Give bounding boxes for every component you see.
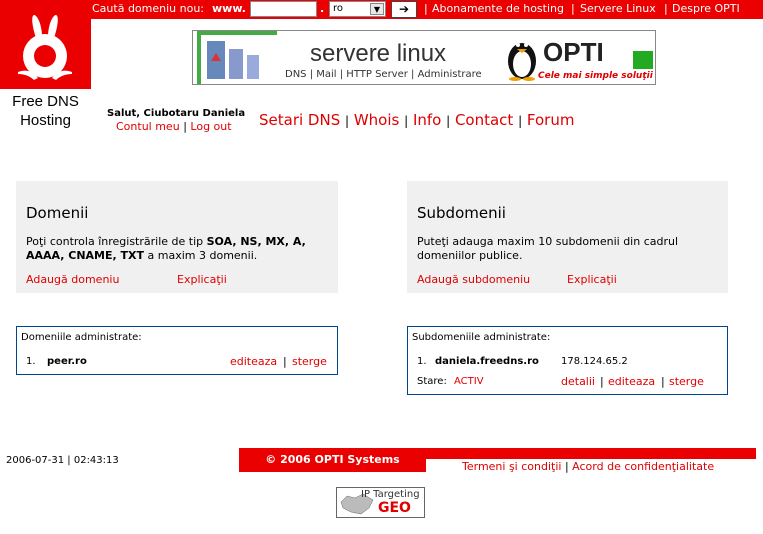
domain-search-label: Caută domeniu nou: [92,2,205,15]
banner-title: servere linux [310,40,447,67]
domains-description: Poţi controla înregistrările de tip SOA,… [26,235,306,263]
footer-separator: | [564,460,569,473]
terms-link[interactable]: Termeni şi condiţii [462,460,561,473]
logo[interactable] [0,0,91,89]
delete-subdomain-link[interactable]: sterge [669,375,704,388]
nav-separator: | [345,114,350,128]
server-datetime: 2006-07-31 | 02:43:13 [6,455,119,466]
www-prefix: www. [212,2,246,15]
domains-panel: Domenii Poţi controla înregistrările de … [16,181,338,293]
link-linux-servers[interactable]: Servere Linux [580,2,656,15]
nav-setari-dns[interactable]: Setari DNS [259,111,340,129]
edit-subdomain-link[interactable]: editeaza [608,375,655,388]
domain-name: peer.ro [47,356,87,367]
chevron-down-icon: ▼ [370,3,384,15]
banner-brand: OPTI [543,37,604,67]
subdomains-title: Subdomenii [417,204,506,222]
delete-domain-link[interactable]: sterge [292,355,327,368]
subdomain-ip: 178.124.65.2 [561,356,628,367]
subdomains-panel: Subdomenii Puteţi adauga maxim 10 subdom… [407,181,728,293]
penguin-icon [508,43,536,81]
user-links-separator: | [183,120,187,133]
arrow-right-icon: ➔ [398,2,410,16]
logout-link[interactable]: Log out [190,120,231,133]
add-subdomain-link[interactable]: Adaugă subdomeniu [417,273,530,286]
nav-separator: | [404,114,409,128]
rabbit-logo-icon [18,14,72,80]
subdomains-desc-line1: Puteţi adauga maxim 10 subdomenii din ca… [417,235,679,248]
domains-explain-link[interactable]: Explicaţii [177,273,227,286]
edit-domain-link[interactable]: editeaza [230,355,277,368]
administered-domains-caption: Domeniile administrate: [21,332,142,343]
administered-subdomains-list: Subdomeniile administrate: 1. daniela.fr… [407,326,728,395]
subdomains-explain-link[interactable]: Explicaţii [567,273,617,286]
ip-targeting-geo-badge[interactable]: IP Targeting GEO [336,487,425,518]
link-hosting-plans[interactable]: Abonamente de hosting [432,2,564,15]
domains-desc-text: Poţi controla înregistrările de tip [26,235,207,248]
geo-brand: GEO [378,500,411,516]
status-label: Stare: [417,376,447,387]
domains-desc-text: a maxim 3 domenii. [144,249,258,262]
user-links: Contul meu | Log out [116,120,232,133]
dot-separator: . [320,2,325,15]
link-about-opti[interactable]: Despre OPTI [672,2,740,15]
subdomains-desc-line2: domeniilor publice. [417,249,523,262]
nav-forum[interactable]: Forum [527,111,575,129]
privacy-link[interactable]: Acord de confidenţialitate [572,460,714,473]
domains-desc-types: SOA, NS, MX, A, [206,235,306,248]
servere-linux-banner[interactable]: servere linux DNS | Mail | HTTP Server |… [192,30,656,85]
nav-contact[interactable]: Contact [455,111,513,129]
logo-text-line1: Free DNS [12,93,79,110]
nav-whois[interactable]: Whois [354,111,400,129]
administered-subdomains-caption: Subdomeniile administrate: [412,332,551,343]
topbar-sep: | [571,2,575,15]
topbar-sep: | [664,2,668,15]
nav-separator: | [446,114,451,128]
nav-separator: | [518,114,523,128]
logo-text-line2: Hosting [20,112,71,129]
subdomain-details-link[interactable]: detalii [561,375,595,388]
main-navigation: Setari DNS | Whois | Info | Contact | Fo… [259,111,574,129]
tld-selected-value: ro [333,3,344,14]
logo-text: Free DNS Hosting [0,92,91,130]
subdomain-name: daniela.freedns.ro [435,356,539,367]
arrow-right-icon [633,51,653,69]
nav-info[interactable]: Info [413,111,441,129]
domains-title: Domenii [26,204,89,222]
account-link[interactable]: Contul meu [116,120,180,133]
add-domain-link[interactable]: Adaugă domeniu [26,273,119,286]
banner-subtitle: DNS | Mail | HTTP Server | Administrare [285,69,482,80]
server-graphic-icon [197,31,277,84]
administered-domains-list: Domeniile administrate: 1. peer.ro edite… [16,326,338,375]
domain-search-input[interactable] [250,1,317,17]
row-separator: | [661,375,665,388]
row-separator: | [283,355,287,368]
row-number: 1. [26,356,36,367]
row-number: 1. [417,356,427,367]
domains-desc-types: AAAA, CNAME, TXT [26,249,145,262]
subdomains-description: Puteţi adauga maxim 10 subdomenii din ca… [417,235,678,263]
banner-slogan: Cele mai simple soluţii [538,71,653,81]
copyright: © 2006 OPTI Systems [239,448,426,472]
tld-select[interactable]: ro ▼ [329,1,386,17]
footer-links: Termeni şi condiţii | Acord de confidenţ… [462,460,714,473]
topbar-sep: | [424,2,428,15]
row-separator: | [600,375,604,388]
geo-label: IP Targeting [361,489,420,500]
user-greeting: Salut, Ciubotaru Daniela [107,108,246,119]
search-go-button[interactable]: ➔ [391,1,417,18]
status-badge: ACTIV [454,376,484,387]
